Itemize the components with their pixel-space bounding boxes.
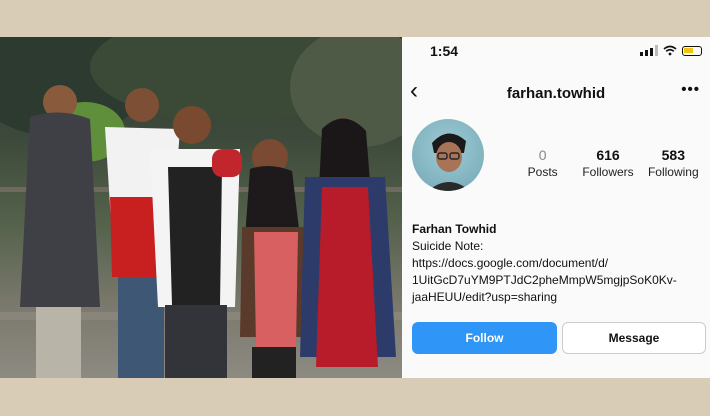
profile-bio: Farhan Towhid Suicide Note: https://docs… xyxy=(412,221,702,306)
stat-posts[interactable]: 0 Posts xyxy=(510,147,575,179)
status-time: 1:54 xyxy=(430,43,459,59)
stat-followers-label: Followers xyxy=(582,165,634,179)
stat-followers[interactable]: 616 Followers xyxy=(575,147,640,179)
message-button[interactable]: Message xyxy=(562,322,706,354)
instagram-profile-screen: 1:54 ‹ farhan.towhid ••• 0 Posts 616 Fol… xyxy=(402,37,710,378)
avatar-portrait xyxy=(428,133,470,191)
status-icons xyxy=(640,45,702,56)
bio-name: Farhan Towhid xyxy=(412,222,497,236)
stat-following-value: 583 xyxy=(661,147,685,163)
wifi-icon xyxy=(663,45,677,56)
bio-link-line[interactable]: 1UitGcD7uYM9PTJdC2pheMmpW5mgjpSoK0Kv- xyxy=(412,272,702,289)
battery-icon xyxy=(682,45,702,56)
stat-posts-value: 0 xyxy=(538,147,547,163)
stat-following-label: Following xyxy=(647,165,699,179)
signal-icon xyxy=(640,45,658,56)
profile-avatar[interactable] xyxy=(412,119,484,191)
profile-username: farhan.towhid xyxy=(506,85,606,102)
more-options-icon[interactable]: ••• xyxy=(681,81,700,98)
stat-posts-label: Posts xyxy=(527,165,558,179)
screenshot-frame: 1:54 ‹ farhan.towhid ••• 0 Posts 616 Fol… xyxy=(0,37,710,378)
bio-link-line[interactable]: https://docs.google.com/document/d/ xyxy=(412,255,702,272)
profile-stats: 0 Posts 616 Followers 583 Following xyxy=(510,147,706,179)
bio-line: Suicide Note: xyxy=(412,239,484,253)
stat-following[interactable]: 583 Following xyxy=(641,147,706,179)
bio-link-line[interactable]: jaaHEUU/edit?usp=sharing xyxy=(412,289,702,306)
stat-followers-value: 616 xyxy=(596,147,620,163)
family-photo xyxy=(0,37,402,378)
follow-button[interactable]: Follow xyxy=(412,322,557,354)
